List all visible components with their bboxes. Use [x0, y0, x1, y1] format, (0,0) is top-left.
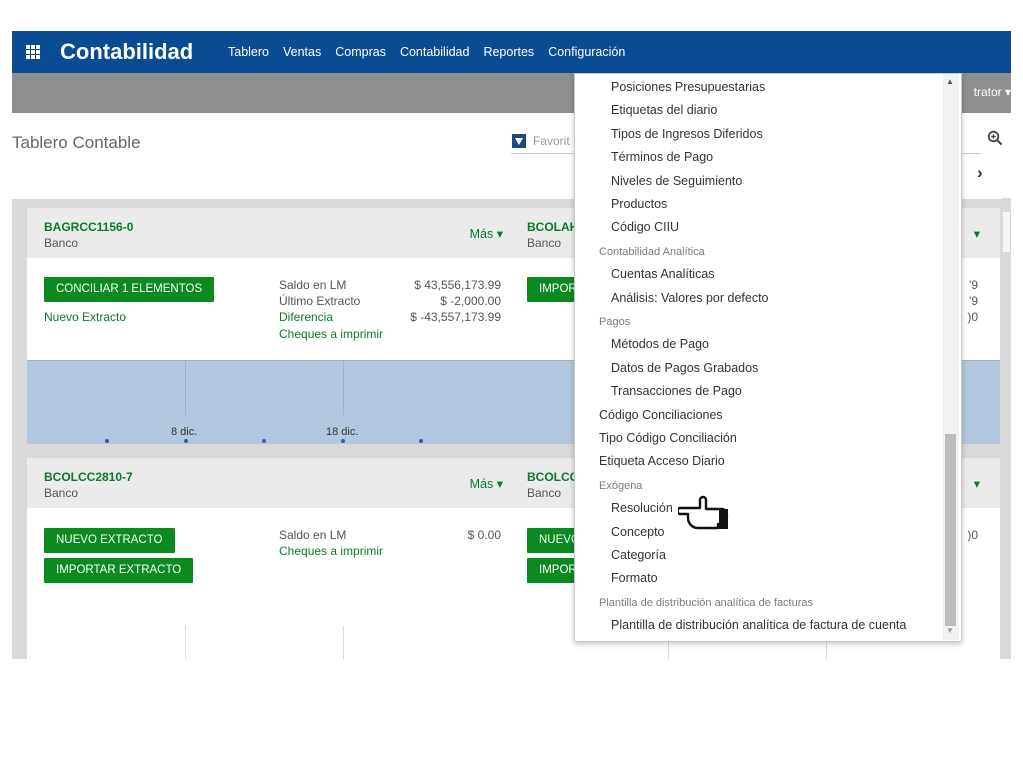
graph-point — [262, 439, 266, 443]
import-statement-button[interactable]: IMPORTAR EXTRACTO — [44, 558, 194, 583]
top-navbar: Contabilidad Tablero Ventas Compras Cont… — [12, 31, 1011, 73]
balance-graph: 8 dic. 18 dic. — [27, 360, 517, 444]
new-statement-link[interactable]: Nuevo Extracto — [44, 310, 126, 324]
hand-pointer-icon — [678, 495, 729, 530]
card-header: BAGRCC1156-0 Banco Más ▾ — [27, 208, 517, 258]
graph-tick: 18 dic. — [326, 426, 359, 438]
journal-name[interactable]: BCOLAH — [527, 220, 578, 234]
user-menu[interactable]: trator ▾ — [974, 85, 1011, 99]
reconcile-button[interactable]: CONCILIAR 1 ELEMENTOS — [44, 277, 215, 302]
difference-label[interactable]: Diferencia — [279, 310, 333, 324]
dropdown-item-plantilla-de-distribucion-analitica-de-factura-de-cuenta[interactable]: Plantilla de distribución analítica de f… — [611, 618, 906, 632]
dropdown-item-etiqueta-acceso-diario[interactable]: Etiqueta Acceso Diario — [599, 454, 725, 468]
balance-value: $ 0.00 — [467, 528, 501, 542]
journal-card: BAGRCC1156-0 Banco Más ▾ CONCILIAR 1 ELE… — [27, 208, 517, 444]
dropdown-item-niveles-de-seguimiento[interactable]: Niveles de Seguimiento — [611, 174, 742, 188]
dropdown-scrollbar-thumb[interactable] — [945, 434, 956, 626]
partial-value: '9 — [969, 278, 978, 292]
dropdown-section-contabilidad-analitica: Contabilidad Analítica — [599, 245, 705, 258]
new-statement-button[interactable]: NUEVO EXTRACTO — [44, 528, 175, 553]
dropdown-item-resolucion[interactable]: Resolución — [611, 501, 673, 515]
journal-type: Banco — [44, 236, 79, 250]
scroll-up-icon[interactable]: ▲ — [946, 77, 954, 86]
graph-point — [184, 439, 188, 443]
last-statement-value: $ -2,000.00 — [440, 294, 501, 308]
journal-type: Banco — [527, 486, 562, 500]
dropdown-item-cuentas-analiticas[interactable]: Cuentas Analíticas — [611, 267, 715, 281]
dropdown-item-etiquetas-del-diario[interactable]: Etiquetas del diario — [611, 103, 717, 117]
balance-label: Saldo en LM — [279, 278, 347, 292]
dropdown-item-tipos-de-ingresos-diferidos[interactable]: Tipos de Ingresos Diferidos — [611, 127, 763, 141]
checks-to-print-link[interactable]: Cheques a imprimir — [279, 327, 383, 341]
graph-point — [341, 439, 345, 443]
menu-item-configuracion[interactable]: Configuración — [548, 31, 625, 73]
page-title: Tablero Contable — [12, 133, 141, 152]
search-placeholder: Favorit — [533, 134, 570, 148]
configuration-dropdown: Posiciones Presupuestarias Etiquetas del … — [574, 73, 962, 642]
menu-item-reportes[interactable]: Reportes — [483, 31, 534, 73]
difference-value: $ -43,557,173.99 — [410, 310, 501, 324]
graph-point — [419, 439, 423, 443]
scroll-down-icon[interactable]: ▼ — [946, 626, 954, 635]
dropdown-item-transacciones-de-pago[interactable]: Transacciones de Pago — [611, 384, 742, 398]
menu-item-ventas[interactable]: Ventas — [283, 31, 321, 73]
menu-item-compras[interactable]: Compras — [335, 31, 386, 73]
partial-value: '9 — [969, 294, 978, 308]
menu-item-contabilidad[interactable]: Contabilidad — [400, 31, 470, 73]
dropdown-item-datos-de-pagos-grabados[interactable]: Datos de Pagos Grabados — [611, 361, 758, 375]
dropdown-section-exogena: Exógena — [599, 479, 643, 492]
filter-icon[interactable] — [512, 134, 526, 148]
apps-grid-icon[interactable] — [26, 45, 41, 60]
dropdown-section-pagos: Pagos — [599, 316, 631, 328]
card-header: BCOLCC2810-7 Banco Más ▾ — [27, 458, 517, 508]
dropdown-item-productos[interactable]: Productos — [611, 197, 667, 211]
graph-point — [105, 439, 109, 443]
partial-value: )0 — [967, 310, 978, 324]
last-statement-label: Último Extracto — [279, 294, 361, 308]
dropdown-item-codigo-ciiu[interactable]: Código CIIU — [611, 220, 679, 234]
journal-name[interactable]: BCOLCC2810-7 — [44, 470, 133, 484]
page-scrollbar-thumb[interactable] — [1003, 212, 1010, 252]
dropdown-item-posiciones-presupuestarias[interactable]: Posiciones Presupuestarias — [611, 80, 765, 94]
graph-gridline — [343, 626, 344, 659]
journal-card: BCOLCC2810-7 Banco Más ▾ NUEVO EXTRACTO … — [27, 458, 517, 659]
more-dropdown[interactable]: Más ▾ — [470, 476, 503, 491]
dropdown-item-codigo-conciliaciones[interactable]: Código Conciliaciones — [599, 408, 723, 422]
more-dropdown[interactable]: Más ▾ — [470, 226, 503, 241]
dropdown-item-terminos-de-pago[interactable]: Términos de Pago — [611, 150, 713, 164]
dropdown-item-formato[interactable]: Formato — [611, 571, 658, 585]
caret-down-icon[interactable]: ▾ — [974, 226, 980, 241]
graph-tick: 8 dic. — [171, 426, 198, 438]
dropdown-item-tipo-codigo-conciliacion[interactable]: Tipo Código Conciliación — [599, 431, 737, 445]
search-icon[interactable] — [987, 130, 1003, 146]
dropdown-item-concepto[interactable]: Concepto — [611, 525, 665, 539]
partial-value: )0 — [967, 528, 978, 542]
caret-down-icon[interactable]: ▾ — [974, 476, 980, 491]
app-title: Contabilidad — [60, 39, 194, 64]
chevron-right-icon[interactable]: › — [977, 163, 983, 183]
dropdown-item-metodos-de-pago[interactable]: Métodos de Pago — [611, 337, 709, 351]
balance-label: Saldo en LM — [279, 528, 347, 542]
graph-gridline — [185, 361, 186, 415]
dropdown-item-analisis-valores-por-defecto[interactable]: Análisis: Valores por defecto — [611, 291, 769, 305]
page-scrollbar[interactable] — [1002, 198, 1011, 659]
journal-type: Banco — [527, 236, 562, 250]
menu-item-tablero[interactable]: Tablero — [228, 31, 269, 73]
main-menu: Tablero Ventas Compras Contabilidad Repo… — [228, 31, 639, 73]
journal-name[interactable]: BAGRCC1156-0 — [44, 220, 133, 234]
dropdown-section-plantilla-de-distribucion-analitica-de-facturas: Plantilla de distribución analítica de f… — [599, 596, 814, 609]
balance-value: $ 43,556,173.99 — [414, 278, 501, 292]
journal-type: Banco — [44, 486, 79, 500]
graph-gridline — [343, 361, 344, 415]
checks-to-print-link[interactable]: Cheques a imprimir — [279, 544, 383, 558]
journal-name[interactable]: BCOLCC — [527, 470, 578, 484]
dropdown-item-categoria[interactable]: Categoría — [611, 548, 666, 562]
graph-gridline — [185, 626, 186, 659]
